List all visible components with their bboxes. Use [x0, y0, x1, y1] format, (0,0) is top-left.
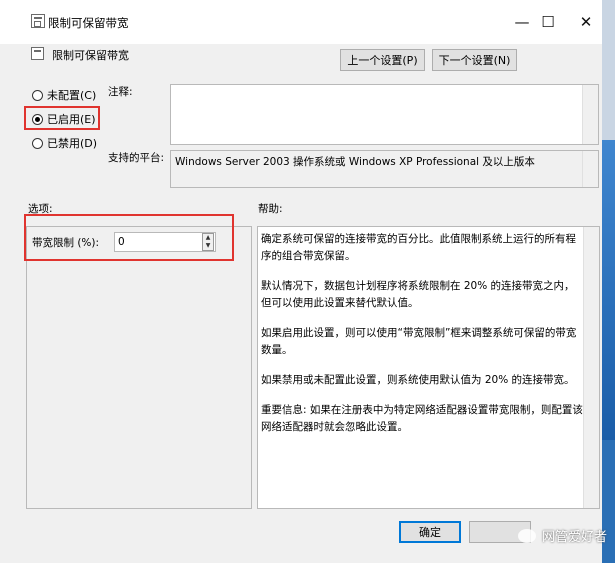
- radio-label: 已启用(E): [47, 113, 96, 126]
- desktop-background: [602, 0, 615, 563]
- help-paragraph-5: 重要信息: 如果在注册表中为特定网络适配器设置带宽限制，则配置该网络适配器时就会…: [261, 404, 583, 433]
- options-pane: [26, 226, 252, 509]
- spin-down-icon[interactable]: ▼: [203, 242, 213, 250]
- radio-label: 已禁用(D): [47, 137, 98, 150]
- bandwidth-input[interactable]: 0 ▲ ▼: [114, 232, 216, 252]
- setting-icon: [31, 47, 44, 60]
- bandwidth-value: 0: [118, 236, 125, 248]
- supported-platforms-value: Windows Server 2003 操作系统或 Windows XP Pro…: [175, 156, 535, 168]
- radio-disabled[interactable]: 已禁用(D): [32, 135, 97, 151]
- comment-scrollbar[interactable]: [582, 85, 598, 144]
- comment-textarea[interactable]: [170, 84, 599, 145]
- watermark-text: 网管爱好者: [541, 530, 607, 545]
- wechat-logo-icon: [517, 528, 536, 543]
- watermark: 网管爱好者: [517, 526, 607, 545]
- radio-not-configured[interactable]: 未配置(C): [32, 87, 96, 103]
- bandwidth-spinner[interactable]: ▲ ▼: [202, 233, 214, 251]
- radio-circle: [32, 89, 43, 101]
- radio-label: 未配置(C): [47, 89, 97, 102]
- help-paragraph-3: 如果启用此设置，则可以使用“带宽限制”框来调整系统可保留的带宽数量。: [261, 327, 577, 356]
- help-pane: 确定系统可保留的连接带宽的百分比。此值限制系统上运行的所有程序的组合带宽保留。 …: [257, 226, 600, 509]
- supported-platforms-box: Windows Server 2003 操作系统或 Windows XP Pro…: [170, 150, 599, 188]
- help-paragraph-1: 确定系统可保留的连接带宽的百分比。此值限制系统上运行的所有程序的组合带宽保留。: [261, 233, 576, 262]
- prev-setting-button[interactable]: 上一个设置(P): [340, 49, 425, 71]
- ok-button[interactable]: 确定: [399, 521, 461, 543]
- radio-circle-selected: [32, 113, 43, 125]
- help-paragraph-4: 如果禁用或未配置此设置，则系统使用默认值为 20% 的连接带宽。: [261, 374, 575, 386]
- help-scrollbar[interactable]: [583, 227, 599, 508]
- bandwidth-label: 带宽限制 (%):: [32, 237, 100, 249]
- spin-up-icon[interactable]: ▲: [203, 234, 213, 242]
- supported-scrollbar[interactable]: [582, 151, 598, 187]
- next-setting-button[interactable]: 下一个设置(N): [432, 49, 517, 71]
- window-title: 限制可保留带宽: [48, 16, 129, 30]
- comment-label: 注释:: [108, 86, 133, 98]
- policy-title: 限制可保留带宽: [52, 49, 129, 62]
- help-label: 帮助:: [258, 203, 283, 215]
- radio-circle: [32, 137, 43, 149]
- policy-icon: [31, 14, 45, 28]
- radio-enabled[interactable]: 已启用(E): [32, 111, 96, 127]
- supported-label: 支持的平台:: [108, 152, 165, 164]
- help-paragraph-2: 默认情况下，数据包计划程序将系统限制在 20% 的连接带宽之内，但可以使用此设置…: [261, 280, 575, 309]
